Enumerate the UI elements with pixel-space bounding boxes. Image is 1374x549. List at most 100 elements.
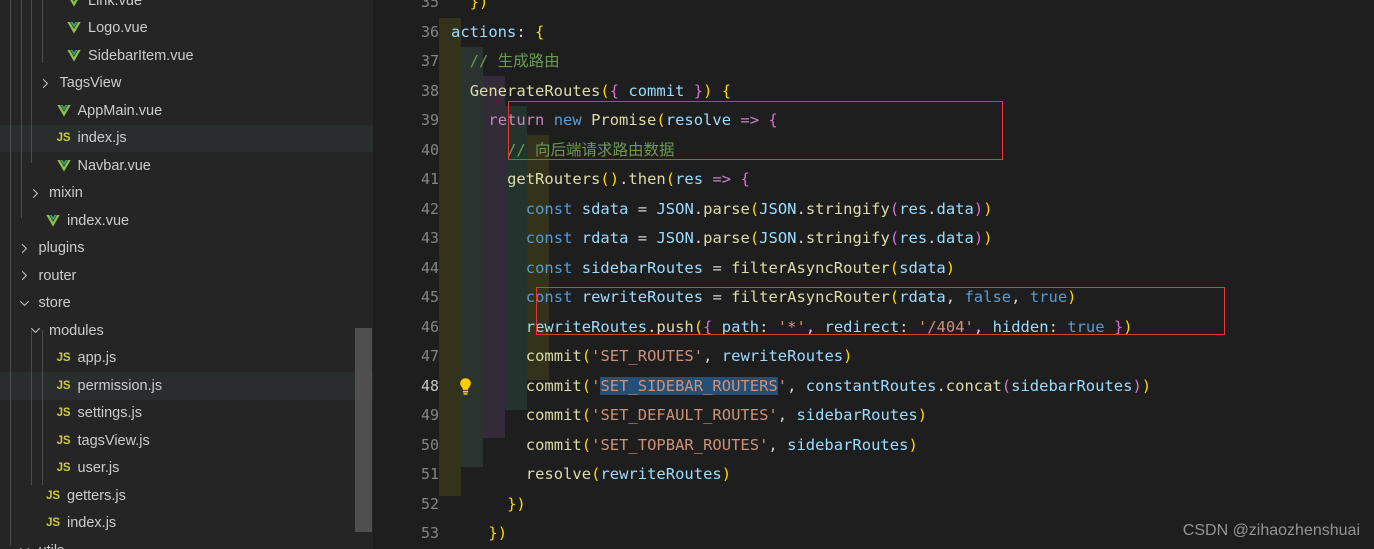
line-number-43: 43 — [420, 229, 439, 247]
tree-item-label: settings.js — [77, 405, 142, 422]
js-file-icon: JS — [56, 434, 71, 447]
tree-item-label: getters.js — [67, 487, 126, 504]
line-number-49: 49 — [420, 406, 439, 424]
tree-item-label: TagsView — [59, 75, 122, 92]
tree-item-index-js[interactable]: JS index.js — [0, 510, 373, 538]
tree-item-plugins[interactable]: plugins — [0, 235, 373, 263]
tree-item-user-js[interactable]: JS user.js — [0, 455, 373, 483]
tree-item-router[interactable]: router — [0, 262, 373, 290]
tree-item-appmain-vue[interactable]: AppMain.vue — [0, 97, 373, 125]
code-line-43[interactable]: const rdata = JSON.parse(JSON.stringify(… — [451, 224, 993, 254]
code-line-51[interactable]: resolve(rewriteRoutes) — [451, 460, 731, 490]
tree-item-label: modules — [49, 322, 104, 339]
code-line-39[interactable]: return new Promise(resolve => { — [451, 106, 777, 136]
tree-indent-guide — [20, 0, 22, 218]
code-line-35[interactable]: }) — [451, 0, 489, 18]
vue-file-icon — [66, 20, 82, 36]
js-file-icon: JS — [46, 489, 60, 502]
tree-item-tagsview-js[interactable]: JS tagsView.js — [0, 427, 373, 455]
code-line-50[interactable]: commit('SET_TOPBAR_ROUTES', sidebarRoute… — [451, 431, 918, 461]
vue-file-icon — [66, 48, 82, 64]
tree-item-logo-vue[interactable]: Logo.vue — [0, 15, 373, 43]
line-number-46: 46 — [420, 317, 439, 336]
tree-item-label: index.js — [67, 515, 117, 532]
tree-item-navbar-vue[interactable]: Navbar.vue — [0, 152, 373, 180]
code-line-36[interactable]: actions: { — [451, 18, 544, 48]
tree-indent-guide — [10, 0, 11, 546]
tree-item-label: plugins — [38, 240, 85, 257]
line-number-44: 44 — [420, 258, 439, 277]
tree-indent-guide — [41, 0, 43, 63]
tree-item-label: router — [38, 267, 77, 284]
js-file-icon: JS — [56, 379, 71, 392]
line-number-39: 39 — [420, 111, 439, 129]
code-line-49[interactable]: commit('SET_DEFAULT_ROUTES', sidebarRout… — [451, 401, 927, 431]
line-number-50: 50 — [420, 435, 439, 454]
line-number-47: 47 — [420, 347, 439, 365]
tree-item-modules[interactable]: modules — [0, 317, 373, 345]
tree-item-mixin[interactable]: mixin — [0, 180, 373, 208]
sidebar-scrollbar-thumb[interactable] — [355, 328, 372, 532]
code-line-47[interactable]: commit('SET_ROUTES', rewriteRoutes) — [451, 342, 853, 372]
vue-file-icon — [66, 0, 82, 9]
line-number-gutter: 3536373839404142434445464748495051525354… — [373, 0, 451, 549]
tree-item-label: index.vue — [67, 212, 130, 229]
explorer-panel[interactable]: Link.vue Logo.vue SidebarItem.vue TagsView A… — [0, 0, 373, 549]
line-number-36: 36 — [420, 22, 439, 41]
code-line-44[interactable]: const sidebarRoutes = filterAsyncRouter(… — [451, 254, 955, 284]
tree-item-store[interactable]: store — [0, 290, 373, 318]
tree-item-permission-js[interactable]: JS permission.js — [0, 372, 373, 400]
code-line-45[interactable]: const rewriteRoutes = filterAsyncRouter(… — [451, 283, 1077, 313]
tree-item-label: SidebarItem.vue — [88, 47, 194, 64]
tree-item-label: Navbar.vue — [77, 157, 151, 174]
tree-item-index-js[interactable]: JS index.js — [0, 124, 373, 152]
editor-area[interactable]: 3536373839404142434445464748495051525354… — [373, 0, 1374, 549]
line-number-38: 38 — [420, 81, 439, 100]
code-line-38[interactable]: GenerateRoutes({ commit }) { — [451, 77, 731, 107]
tree-item-label: Logo.vue — [88, 20, 148, 37]
vue-file-icon — [56, 158, 72, 174]
tree-item-sidebaritem-vue[interactable]: SidebarItem.vue — [0, 42, 373, 70]
chevron-down-icon[interactable] — [18, 544, 31, 549]
chevron-right-icon[interactable] — [29, 187, 42, 200]
tree-item-settings-js[interactable]: JS settings.js — [0, 400, 373, 428]
tree-item-getters-js[interactable]: JS getters.js — [0, 482, 373, 510]
vue-file-icon — [56, 103, 72, 119]
code-line-53[interactable]: }) — [451, 519, 507, 549]
code-line-42[interactable]: const sdata = JSON.parse(JSON.stringify(… — [451, 195, 993, 225]
js-file-icon: JS — [46, 517, 60, 530]
tree-item-label: app.js — [77, 350, 117, 367]
tree-item-label: tagsView.js — [77, 432, 150, 449]
tree-item-link-vue[interactable]: Link.vue — [0, 0, 373, 15]
js-file-icon: JS — [56, 132, 71, 145]
chevron-right-icon[interactable] — [39, 77, 52, 90]
tree-item-index-vue[interactable]: index.vue — [0, 207, 373, 235]
tree-item-label: permission.js — [77, 377, 163, 394]
code-line-41[interactable]: getRouters().then(res => { — [451, 165, 750, 195]
code-line-46[interactable]: rewriteRoutes.push({ path: '*', redirect… — [451, 313, 1133, 343]
line-number-40: 40 — [420, 140, 439, 159]
chevron-right-icon[interactable] — [18, 269, 31, 282]
chevron-right-icon[interactable] — [18, 242, 31, 255]
chevron-down-icon[interactable] — [18, 297, 31, 310]
tree-item-label: utils — [39, 537, 65, 549]
code-text-layer[interactable]: }) actions: { // 生成路由 GenerateRoutes({ co… — [451, 0, 1374, 549]
tree-item-label: Link.vue — [88, 0, 143, 9]
code-line-37[interactable]: // 生成路由 — [451, 47, 560, 77]
js-file-icon: JS — [56, 462, 71, 475]
watermark: CSDN @zihaozhenshuai — [1182, 522, 1360, 539]
tree-indent-guide — [31, 0, 32, 163]
tree-indent-guide — [31, 330, 32, 485]
tree-item-app-js[interactable]: JS app.js — [0, 345, 373, 373]
tree-item-tagsview[interactable]: TagsView — [0, 70, 373, 98]
tree-item-label: user.js — [77, 460, 120, 477]
tree-item-utils[interactable]: utils — [0, 537, 373, 549]
line-number-51: 51 — [420, 465, 439, 483]
code-line-48[interactable]: commit('SET_SIDEBAR_ROUTERS', constantRo… — [451, 372, 1151, 402]
code-line-52[interactable]: }) — [451, 490, 526, 520]
tree-indent-guide — [41, 330, 43, 485]
line-number-42: 42 — [420, 199, 439, 218]
line-number-48: 48 — [420, 376, 439, 395]
code-line-40[interactable]: // 向后端请求路由数据 — [451, 136, 675, 166]
line-number-35: 35 — [420, 0, 439, 11]
